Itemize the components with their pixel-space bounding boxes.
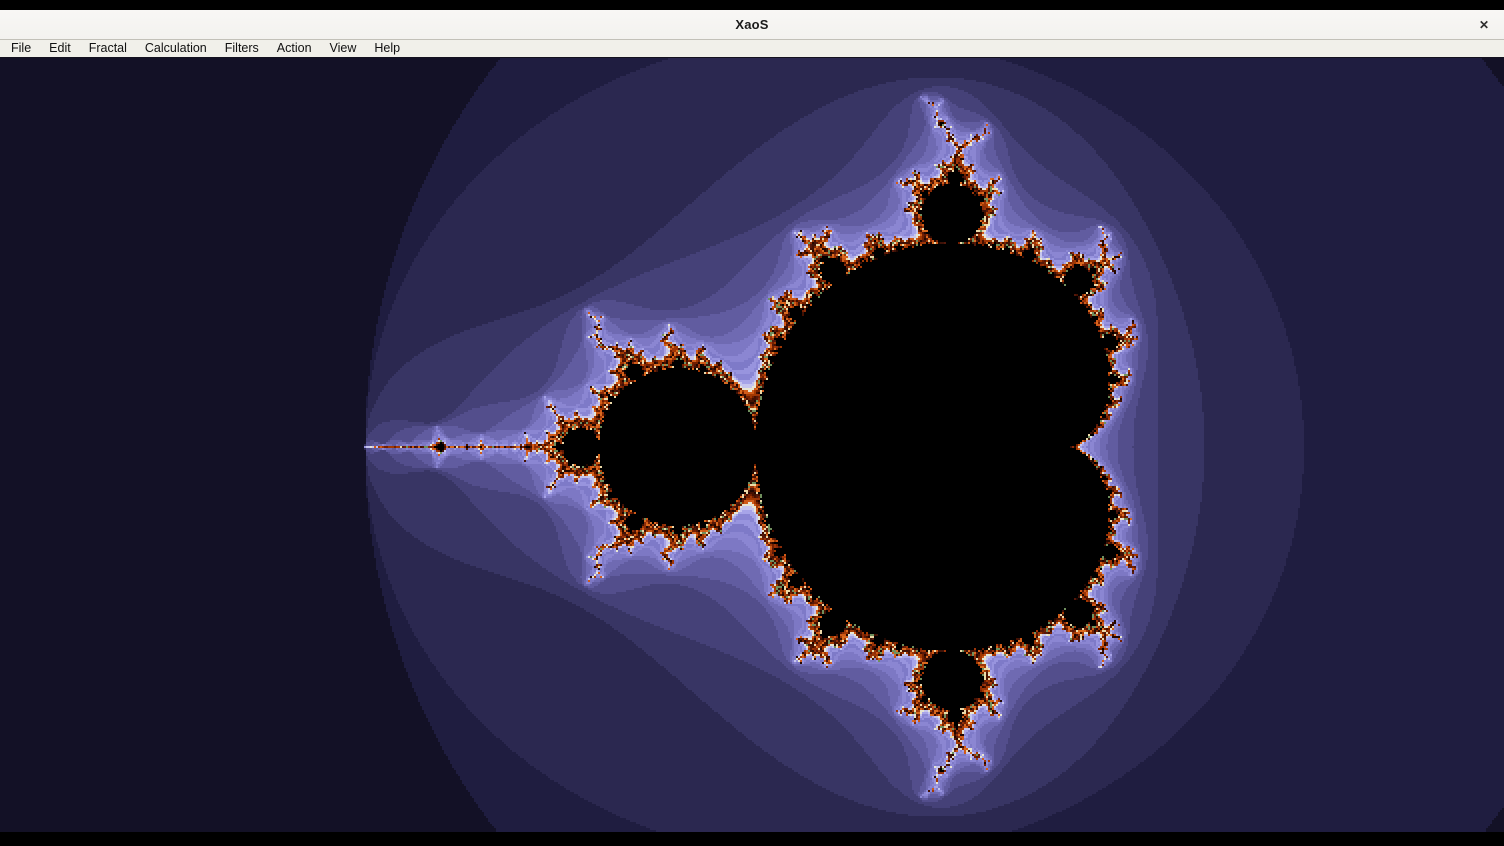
desktop-strip-top — [0, 0, 1504, 10]
menu-help[interactable]: Help — [365, 40, 409, 57]
desktop-strip-bottom — [0, 832, 1504, 846]
menu-edit[interactable]: Edit — [40, 40, 80, 57]
menu-action[interactable]: Action — [268, 40, 321, 57]
menu-view[interactable]: View — [321, 40, 366, 57]
desktop-background: XaoS ✕ File Edit Fractal Calculation Fil… — [0, 0, 1504, 846]
menu-file[interactable]: File — [2, 40, 40, 57]
menu-calculation[interactable]: Calculation — [136, 40, 216, 57]
xaos-window: XaoS ✕ File Edit Fractal Calculation Fil… — [0, 10, 1504, 832]
window-title: XaoS — [735, 17, 768, 32]
menu-filters[interactable]: Filters — [216, 40, 268, 57]
menubar: File Edit Fractal Calculation Filters Ac… — [0, 40, 1504, 58]
close-button[interactable]: ✕ — [1472, 10, 1496, 39]
menu-fractal[interactable]: Fractal — [80, 40, 136, 57]
fractal-canvas[interactable] — [0, 58, 1504, 832]
fractal-viewport — [0, 58, 1504, 832]
titlebar[interactable]: XaoS ✕ — [0, 10, 1504, 40]
